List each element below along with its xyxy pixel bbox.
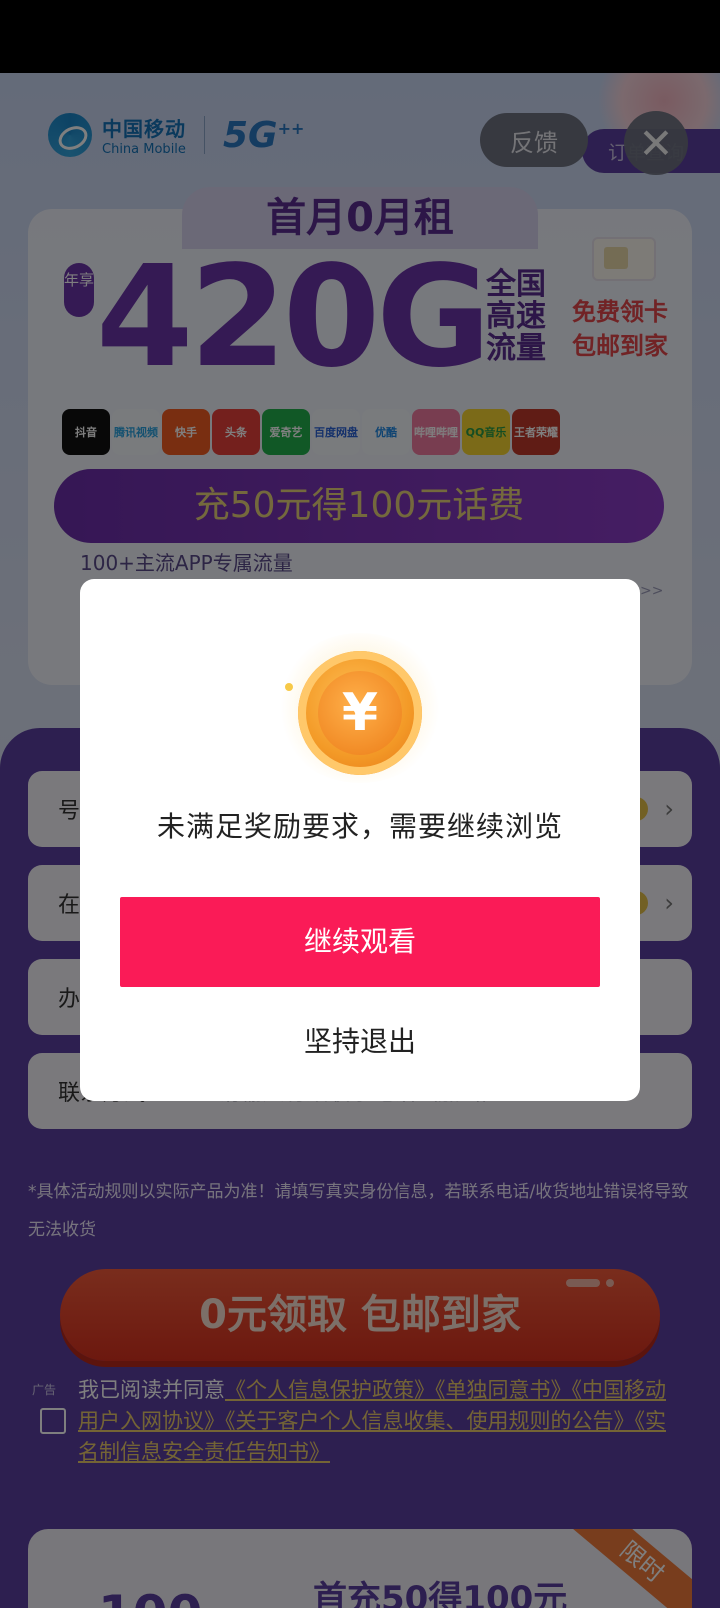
exit-button[interactable]: 坚持退出 <box>80 1005 640 1079</box>
reward-dialog: ¥ 未满足奖励要求，需要继续浏览 继续观看 坚持退出 <box>80 579 640 1101</box>
status-bar <box>0 0 720 73</box>
continue-watching-button[interactable]: 继续观看 <box>120 897 600 987</box>
coin-icon: ¥ <box>298 651 422 775</box>
dialog-message: 未满足奖励要求，需要继续浏览 <box>156 810 563 843</box>
yuan-symbol: ¥ <box>341 683 379 743</box>
